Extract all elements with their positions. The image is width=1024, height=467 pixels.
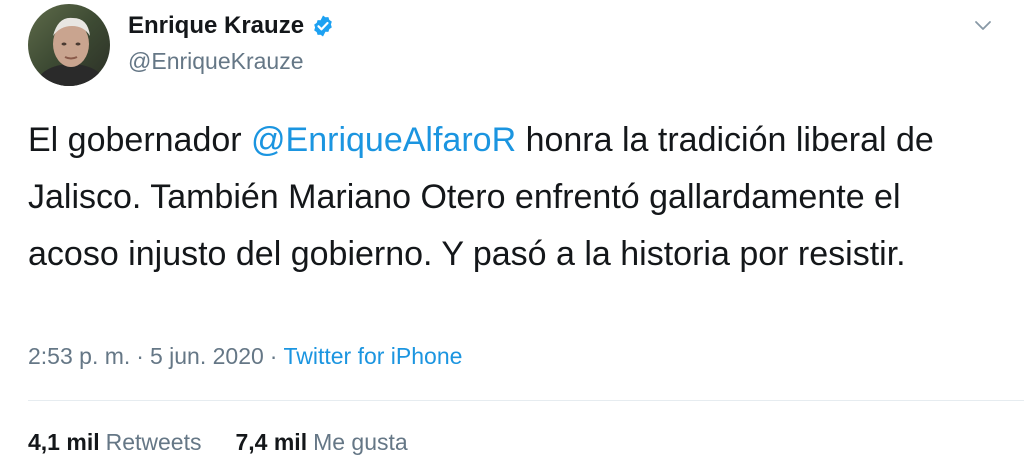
tweet-time[interactable]: 2:53 p. m.	[28, 343, 130, 369]
likes-stat[interactable]: 7,4 mil Me gusta	[235, 429, 407, 456]
author-name-row[interactable]: Enrique Krauze	[128, 12, 335, 40]
meta-separator: ·	[269, 343, 278, 369]
retweets-count: 4,1 mil	[28, 429, 100, 455]
divider	[28, 400, 1024, 401]
likes-label: Me gusta	[313, 429, 408, 455]
mention-link[interactable]: @EnriqueAlfaroR	[251, 121, 516, 159]
tweet-text-before: El gobernador	[28, 121, 252, 159]
author-name[interactable]: Enrique Krauze	[128, 12, 304, 40]
meta-separator: ·	[136, 343, 144, 369]
tweet-text: El gobernador @EnriqueAlfaroR honra la t…	[28, 112, 998, 283]
author-handle[interactable]: @EnriqueKrauze	[128, 48, 304, 75]
tweet-meta: 2:53 p. m. · 5 jun. 2020 · Twitter for iPhon…	[28, 343, 462, 370]
likes-count: 7,4 mil	[235, 429, 308, 455]
chevron-down-icon[interactable]	[972, 14, 994, 36]
tweet-source-link[interactable]: Twitter for iPhone	[283, 343, 462, 369]
avatar[interactable]	[28, 4, 110, 86]
retweets-stat[interactable]: 4,1 mil Retweets	[28, 429, 201, 456]
tweet-stats: 4,1 mil Retweets 7,4 mil Me gusta	[28, 429, 408, 456]
profile-photo	[28, 4, 110, 86]
retweets-label: Retweets	[105, 429, 202, 455]
tweet-date[interactable]: 5 jun. 2020	[150, 343, 264, 369]
verified-badge-icon	[314, 15, 332, 37]
